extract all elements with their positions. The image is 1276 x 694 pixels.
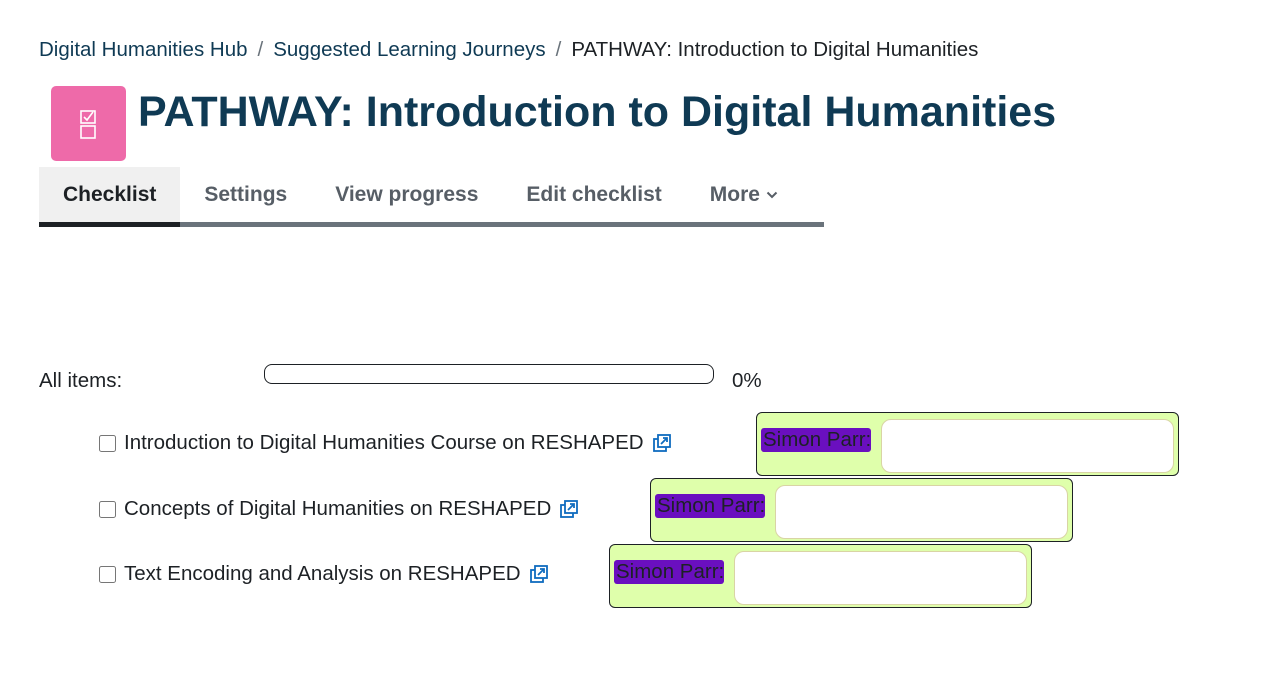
external-link-icon[interactable] [529, 564, 549, 584]
tab-view-progress[interactable]: View progress [311, 167, 502, 222]
external-link-icon[interactable] [559, 499, 579, 519]
tab-more-label: More [709, 182, 760, 206]
item-checkbox[interactable] [99, 500, 116, 518]
page-title: PATHWAY: Introduction to Digital Humanit… [138, 88, 1057, 136]
list-item: Introduction to Digital Humanities Cours… [99, 428, 672, 458]
checklist-icon [51, 86, 126, 161]
commenter-name: Simon Parr: [761, 428, 872, 452]
item-label: Text Encoding and Analysis on RESHAPED [124, 562, 521, 585]
tab-edit-checklist-label: Edit checklist [526, 182, 662, 206]
item-label: Concepts of Digital Humanities on RESHAP… [124, 497, 552, 520]
item-checkbox[interactable] [99, 565, 116, 583]
list-item: Concepts of Digital Humanities on RESHAP… [99, 494, 579, 524]
tab-settings[interactable]: Settings [180, 167, 311, 222]
commenter-name: Simon Parr: [655, 494, 766, 518]
breadcrumb-separator: / [257, 38, 264, 61]
tab-view-progress-label: View progress [335, 182, 479, 206]
comment-input[interactable] [775, 485, 1068, 539]
comment-box: Simon Parr: [650, 478, 1073, 542]
breadcrumb: Digital Humanities Hub / Suggested Learnin… [39, 38, 978, 62]
list-item: Text Encoding and Analysis on RESHAPED [99, 559, 549, 589]
item-checkbox[interactable] [99, 434, 116, 452]
tab-more[interactable]: More [686, 167, 802, 222]
comment-input[interactable] [734, 551, 1027, 605]
chevron-down-icon [766, 191, 778, 198]
comment-box: Simon Parr: [756, 412, 1179, 476]
tab-checklist[interactable]: Checklist [39, 167, 181, 227]
progress-label: All items: [39, 369, 123, 392]
secondary-navigation: Checklist Settings View progress Edit ch… [39, 167, 824, 227]
tab-settings-label: Settings [204, 182, 288, 206]
progress-bar [264, 364, 714, 384]
breadcrumb-separator: / [555, 38, 562, 61]
comment-box: Simon Parr: [609, 544, 1032, 608]
external-link-icon[interactable] [652, 433, 672, 453]
progress-percent: 0% [732, 369, 762, 392]
breadcrumb-current: PATHWAY: Introduction to Digital Humanit… [571, 38, 979, 61]
commenter-name: Simon Parr: [614, 560, 725, 584]
breadcrumb-digital-humanities-hub[interactable]: Digital Humanities Hub [39, 38, 248, 61]
comment-input[interactable] [881, 419, 1174, 473]
breadcrumb-suggested-learning-journeys[interactable]: Suggested Learning Journeys [273, 38, 545, 61]
tab-checklist-label: Checklist [63, 182, 157, 206]
tab-edit-checklist[interactable]: Edit checklist [502, 167, 685, 222]
item-label: Introduction to Digital Humanities Cours… [124, 431, 644, 454]
